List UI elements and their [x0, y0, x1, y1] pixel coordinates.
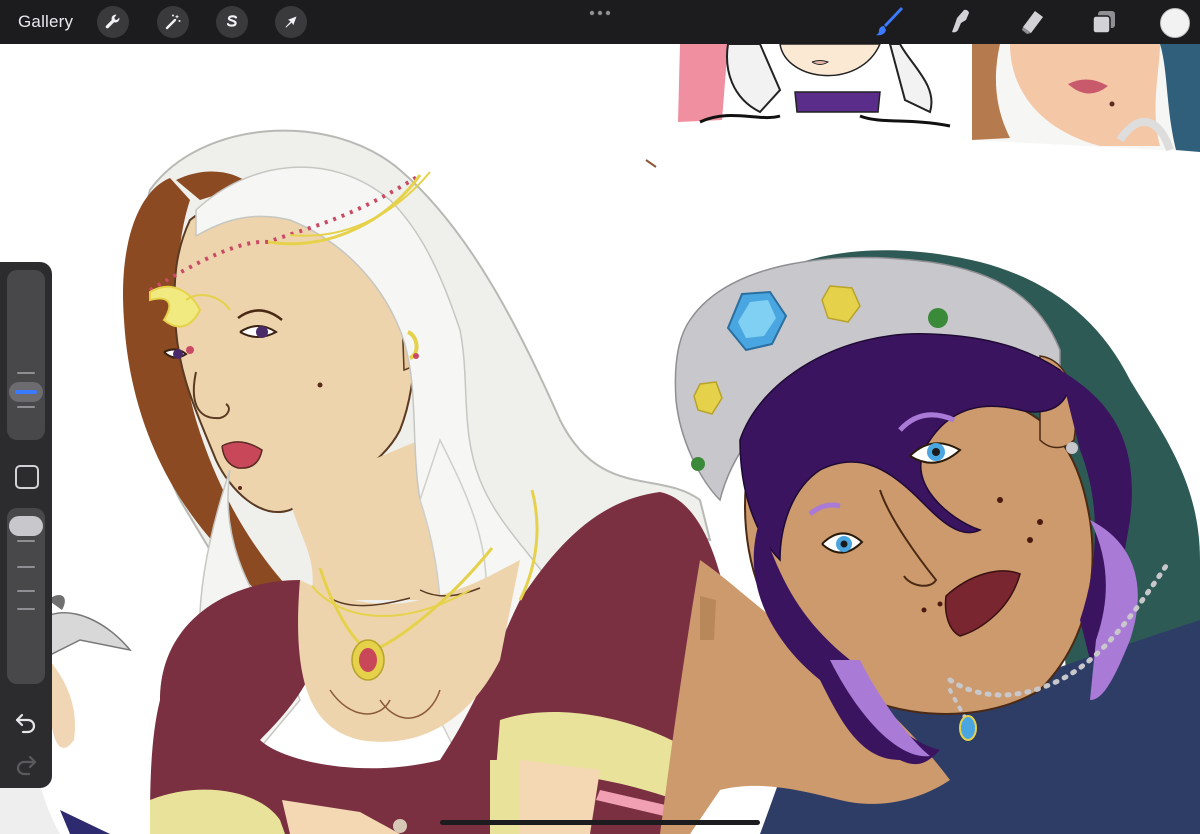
home-indicator[interactable] [440, 820, 760, 825]
brush-tool[interactable] [873, 5, 907, 39]
smudge-tool[interactable] [944, 5, 978, 39]
brush-size-thumb[interactable] [9, 382, 43, 402]
transform-arrow-icon [285, 16, 297, 28]
layers-icon [1092, 11, 1115, 34]
color-picker-button[interactable] [1160, 8, 1190, 38]
reference-thumbnail-2 [972, 44, 1200, 152]
brush-opacity-thumb[interactable] [9, 516, 43, 536]
drawing-canvas[interactable] [0, 44, 1200, 834]
reference-thumbnail-1 [678, 44, 968, 138]
slider-tick [17, 608, 35, 610]
top-toolbar: Gallery [0, 0, 1200, 44]
adjustments-button[interactable] [157, 6, 189, 38]
selection-button[interactable] [216, 6, 248, 38]
slider-tick [17, 590, 35, 592]
more-options-icon[interactable] [588, 8, 612, 18]
layers-tool[interactable] [1087, 5, 1121, 39]
gallery-button[interactable]: Gallery [18, 12, 73, 32]
magic-wand-icon [165, 14, 181, 30]
eraser-icon [1022, 11, 1043, 34]
slider-tick [17, 372, 35, 374]
slider-tick [17, 540, 35, 542]
transform-button[interactable] [275, 6, 307, 38]
slider-tick [17, 406, 35, 408]
brush-icon [876, 7, 903, 36]
modify-button[interactable] [15, 465, 39, 489]
brush-size-slider[interactable] [7, 270, 45, 440]
undo-icon[interactable] [13, 709, 39, 735]
slider-tick [17, 566, 35, 568]
redo-icon[interactable] [13, 751, 39, 777]
smudge-icon [952, 9, 969, 33]
wrench-icon [105, 14, 120, 29]
eraser-tool[interactable] [1015, 5, 1049, 39]
brush-sidebar [0, 262, 52, 788]
actions-button[interactable] [97, 6, 129, 38]
selection-s-icon [226, 15, 238, 27]
